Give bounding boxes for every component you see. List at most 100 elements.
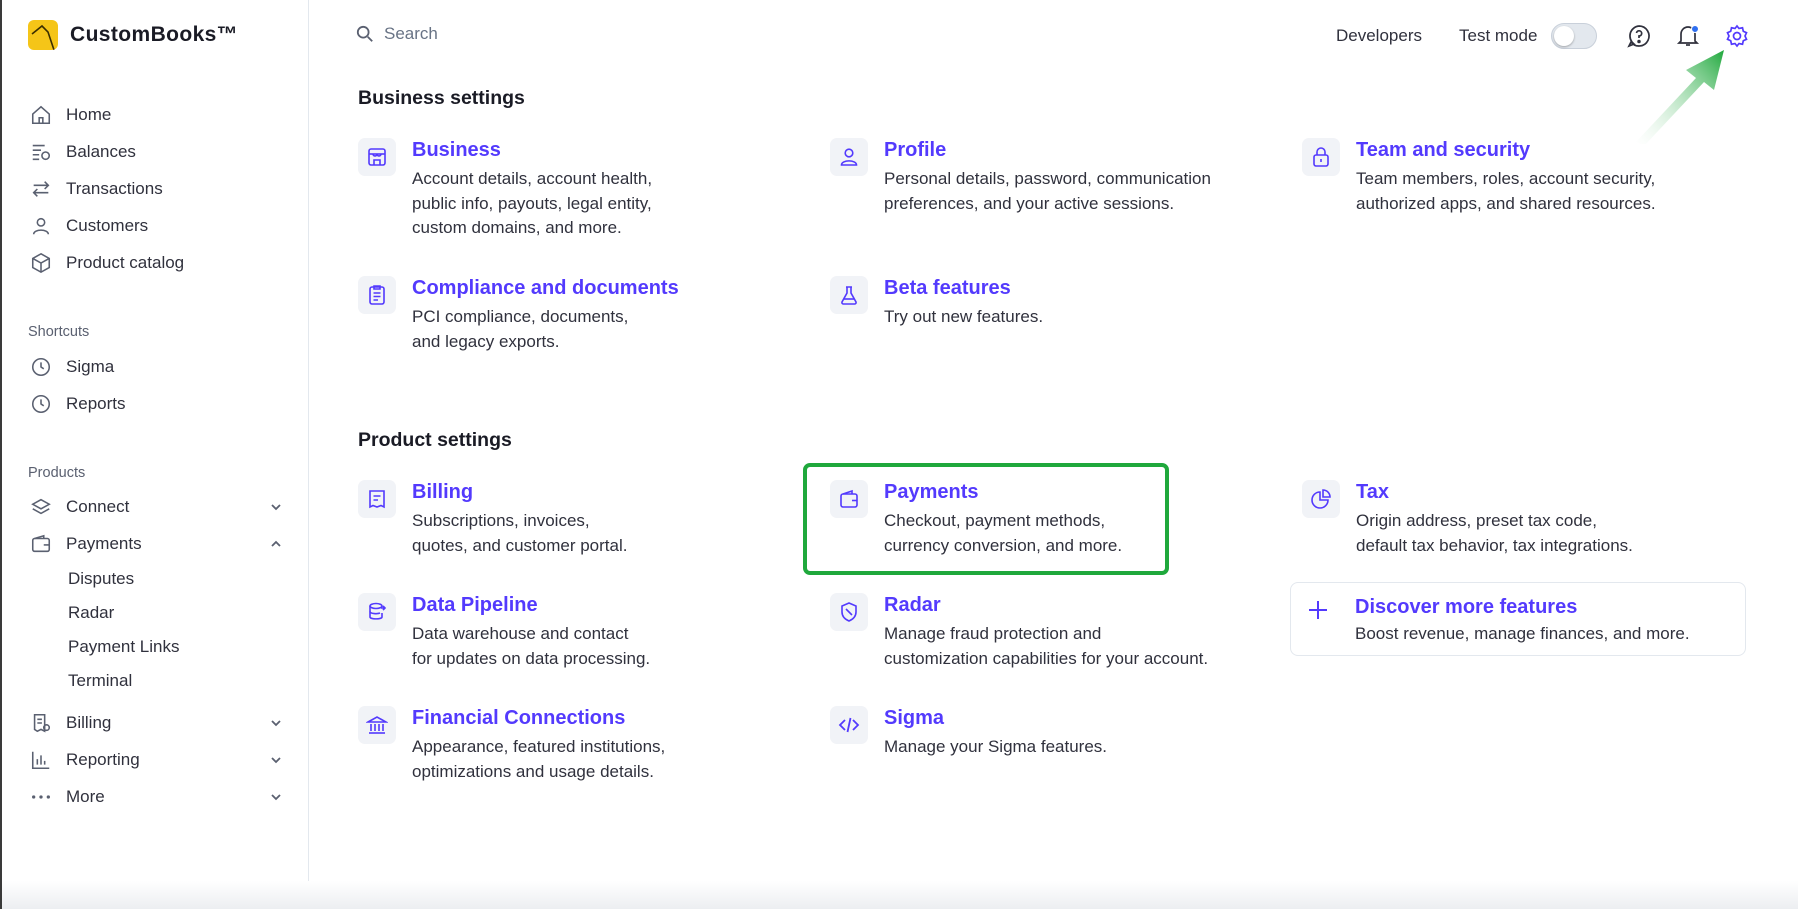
lock-icon (1302, 138, 1340, 176)
sidebar: CustomBooks™ Home Balances Transactions … (4, 0, 309, 909)
sidebar-item-product-catalog[interactable]: Product catalog (30, 248, 285, 278)
sidebar-subitem-radar[interactable]: Radar (68, 600, 114, 626)
sidebar-item-transactions[interactable]: Transactions (30, 174, 285, 204)
chevron-down-icon[interactable] (269, 500, 283, 514)
bank-icon (358, 706, 396, 744)
card-title[interactable]: Financial Connections (412, 707, 625, 730)
product-settings-title: Product settings (358, 429, 512, 451)
search-icon (356, 25, 373, 42)
sidebar-item-sigma[interactable]: Sigma (30, 352, 285, 382)
sidebar-item-reporting[interactable]: Reporting (30, 745, 285, 775)
layers-icon (31, 498, 51, 515)
discover-description: Boost revenue, manage finances, and more… (1355, 624, 1690, 643)
test-mode-label: Test mode (1459, 26, 1538, 45)
card-title[interactable]: Compliance and documents (412, 277, 679, 300)
sidebar-item-reports[interactable]: Reports (30, 389, 285, 419)
products-label: Products (28, 465, 86, 481)
code-icon (830, 706, 868, 744)
sidebar-item-label: Transactions (66, 179, 163, 198)
pie-icon (1302, 480, 1340, 518)
notification-dot (1691, 25, 1699, 33)
sidebar-subitem-payment-links[interactable]: Payment Links (68, 634, 180, 660)
sidebar-item-label: Reporting (66, 750, 140, 769)
sidebar-item-label: Reports (66, 394, 126, 413)
sidebar-item-label: Balances (66, 142, 136, 161)
payments-highlight-box (803, 463, 1169, 575)
sidebar-item-label: Payments (66, 534, 142, 553)
sidebar-item-more[interactable]: More (30, 782, 285, 812)
card-title[interactable]: Profile (884, 139, 946, 162)
cube-icon (31, 252, 51, 274)
card-title[interactable]: Beta features (884, 277, 1011, 300)
shield-icon (830, 593, 868, 631)
sidebar-subitem-terminal[interactable]: Terminal (68, 668, 132, 694)
card-description: Subscriptions, invoices, quotes, and cus… (412, 511, 628, 555)
toggle-knob (1554, 26, 1574, 46)
test-mode-toggle[interactable] (1551, 23, 1597, 49)
card-description: Account details, account health, public … (412, 169, 653, 237)
card-title[interactable]: Business (412, 139, 501, 162)
business-settings-title: Business settings (358, 87, 525, 109)
person-icon (830, 138, 868, 176)
shortcuts-label: Shortcuts (28, 324, 90, 340)
sidebar-subitem-disputes[interactable]: Disputes (68, 566, 134, 592)
brand-name: CustomBooks™ (70, 23, 239, 46)
help-icon[interactable] (1626, 23, 1652, 49)
card-title[interactable]: Tax (1356, 481, 1389, 504)
settings-page: CustomBooks™ Home Balances Transactions … (0, 0, 1798, 909)
card-title[interactable]: Team and security (1356, 139, 1530, 162)
more-dots-icon (32, 795, 50, 799)
sidebar-item-connect[interactable]: Connect (30, 492, 285, 522)
card-description: Manage your Sigma features. (884, 737, 1108, 756)
invoice-icon (358, 480, 396, 518)
search-bar[interactable]: Search (356, 24, 438, 44)
document-icon (358, 276, 396, 314)
sidebar-item-label: Billing (66, 713, 112, 732)
chevron-down-icon[interactable] (269, 753, 283, 767)
chevron-down-icon[interactable] (269, 790, 283, 804)
bar-chart-icon (31, 751, 50, 770)
card-title[interactable]: Billing (412, 481, 473, 504)
clock-icon (31, 394, 51, 414)
invoice-icon (33, 713, 51, 733)
card-description: Try out new features. (884, 307, 1044, 326)
annotation-arrow (1636, 50, 1724, 144)
card-description: Data warehouse and contact for updates o… (412, 624, 651, 668)
bottom-edge (2, 881, 1798, 909)
chevron-down-icon[interactable] (269, 716, 283, 730)
sidebar-item-home[interactable]: Home (30, 100, 285, 130)
brand-logo (28, 20, 58, 50)
search-input[interactable]: Search (384, 24, 438, 44)
card-description: Team members, roles, account security, a… (1356, 169, 1656, 213)
wallet-icon (31, 534, 51, 553)
person-icon (32, 217, 50, 235)
sidebar-item-label: More (66, 787, 105, 806)
card-title[interactable]: Data Pipeline (412, 594, 538, 617)
brand[interactable]: CustomBooks™ (28, 20, 238, 50)
arrows-icon (32, 181, 50, 197)
sidebar-item-label: Sigma (66, 357, 115, 376)
card-description: Personal details, password, communicatio… (884, 169, 1211, 213)
balances-icon (32, 144, 51, 161)
sidebar-item-label: Home (66, 105, 112, 124)
card-description: Appearance, featured institutions, optim… (412, 737, 666, 781)
card-description: Manage fraud protection and customizatio… (884, 624, 1209, 668)
sidebar-item-customers[interactable]: Customers (30, 211, 285, 241)
chevron-up-icon[interactable] (269, 537, 283, 551)
home-icon (31, 105, 51, 125)
card-description: PCI compliance, documents, and legacy ex… (412, 307, 629, 351)
plus-icon (1309, 601, 1327, 619)
sidebar-item-billing[interactable]: Billing (30, 708, 285, 738)
developers-link[interactable]: Developers (1336, 26, 1422, 46)
sidebar-item-label: Customers (66, 216, 149, 235)
sidebar-item-payments[interactable]: Payments (30, 529, 285, 559)
card-title[interactable]: Sigma (884, 707, 944, 730)
discover-title[interactable]: Discover more features (1355, 596, 1577, 619)
gear-icon[interactable] (1724, 23, 1750, 49)
sidebar-item-balances[interactable]: Balances (30, 137, 285, 167)
discover-more-card[interactable]: Discover more features Boost revenue, ma… (1290, 582, 1746, 656)
flask-icon (830, 276, 868, 314)
store-icon (358, 138, 396, 176)
card-title[interactable]: Radar (884, 594, 941, 617)
sidebar-item-label: Product catalog (66, 253, 185, 272)
